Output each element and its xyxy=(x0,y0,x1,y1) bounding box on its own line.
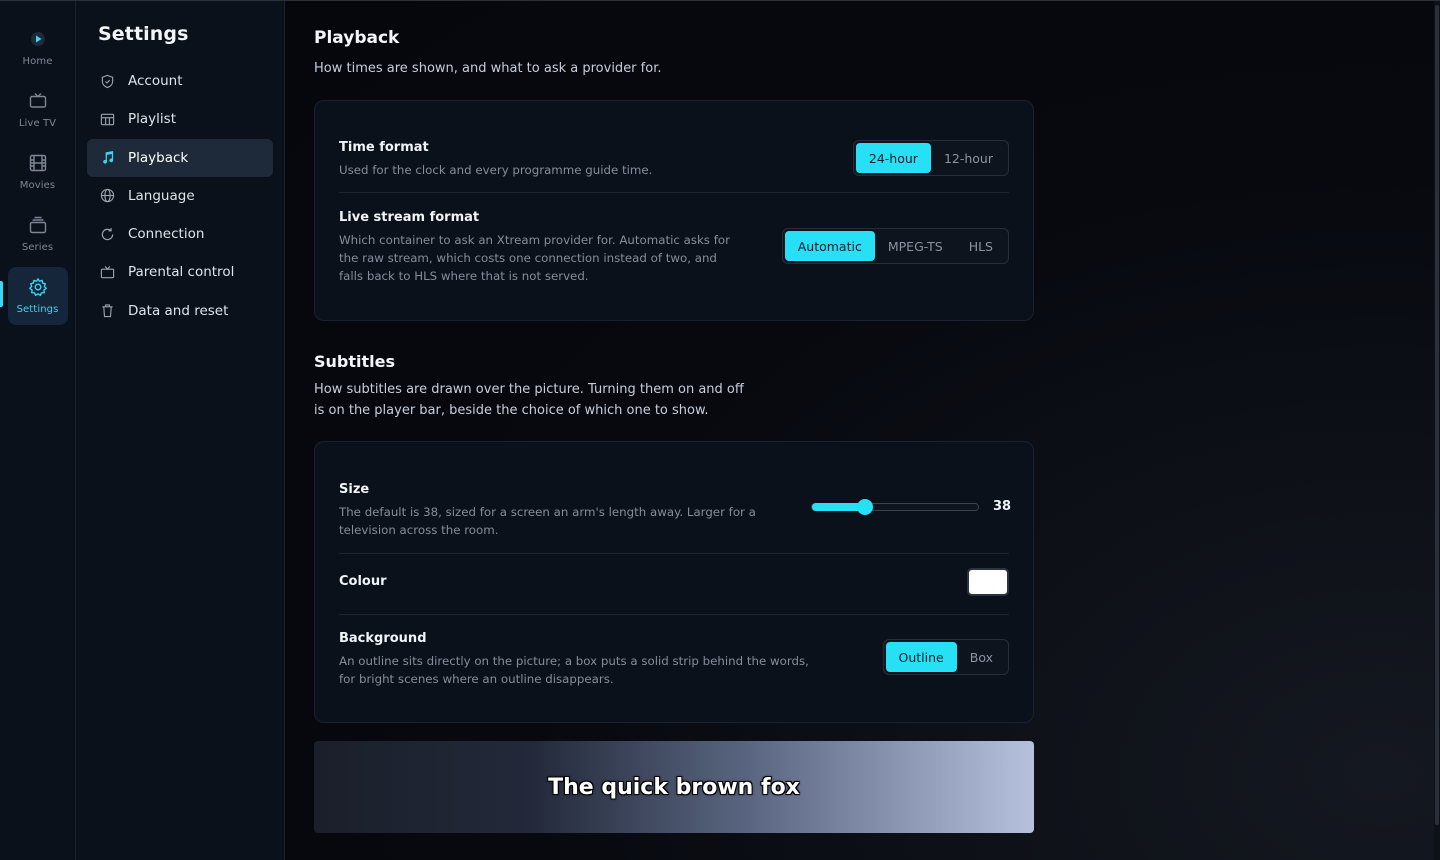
time-format-24-hour-option[interactable]: 24-hour xyxy=(855,143,931,173)
subtitles-title: Subtitles xyxy=(314,352,396,371)
series-stack-icon xyxy=(29,216,46,234)
divider xyxy=(339,553,1009,554)
background-outline-option[interactable]: Outline xyxy=(885,642,957,672)
gear-icon xyxy=(28,278,47,296)
sidebar-title: Settings xyxy=(98,23,189,45)
settings-content: Playback How times are shown, and what t… xyxy=(285,1,1440,860)
background-help: An outline sits directly on the picture;… xyxy=(339,654,809,686)
rail-item-series[interactable]: Series xyxy=(8,205,68,263)
home-logo-icon xyxy=(30,32,45,46)
playback-title: Playback xyxy=(314,28,400,48)
divider xyxy=(339,614,1009,615)
size-slider[interactable] xyxy=(811,498,979,515)
rail-item-movies[interactable]: Movies xyxy=(8,143,68,201)
sidebar-item-parental-control[interactable]: Parental control xyxy=(87,253,273,291)
film-icon xyxy=(29,154,46,172)
tv-icon xyxy=(29,93,46,108)
live-stream-format-help: Which container to ask an Xtream provide… xyxy=(339,233,730,283)
stream-format-hls-option[interactable]: HLS xyxy=(956,231,1006,261)
table-icon xyxy=(100,113,115,126)
colour-swatch-button[interactable] xyxy=(967,568,1009,596)
trash-icon xyxy=(102,304,113,318)
divider xyxy=(339,192,1009,193)
playback-description: How times are shown, and what to ask a p… xyxy=(314,61,662,76)
size-help: The default is 38, sized for a screen an… xyxy=(339,505,756,537)
tv-icon xyxy=(100,266,115,279)
background-box-option[interactable]: Box xyxy=(957,642,1006,672)
music-note-icon xyxy=(103,151,114,164)
colour-label: Colour xyxy=(339,574,387,589)
live-stream-format-label: Live stream format xyxy=(339,210,480,225)
background-row: Background An outline sits directly on t… xyxy=(339,631,823,688)
time-format-toggle: 24-hour 12-hour xyxy=(852,140,1009,176)
live-stream-format-row: Live stream format Which container to as… xyxy=(339,210,743,285)
sidebar-item-language[interactable]: Language xyxy=(87,177,273,215)
size-value: 38 xyxy=(993,499,1012,514)
settings-sidebar: Settings Account Playlist Playback Langu… xyxy=(76,1,285,860)
colour-row: Colour xyxy=(339,574,1009,589)
sidebar-item-label: Account xyxy=(128,73,183,89)
rail-item-label: Home xyxy=(22,56,53,67)
sidebar-item-label: Playlist xyxy=(128,111,176,128)
rail-item-label: Live TV xyxy=(18,118,57,129)
sidebar-item-label: Language xyxy=(128,187,195,204)
subtitle-preview: The quick brown fox xyxy=(314,741,1034,833)
subtitle-preview-text: The quick brown fox xyxy=(548,774,800,800)
stream-format-automatic-option[interactable]: Automatic xyxy=(784,231,875,261)
rail-item-live-tv[interactable]: Live TV xyxy=(8,81,68,139)
sidebar-item-data-and-reset[interactable]: Data and reset xyxy=(87,292,273,330)
app-window: Home Live TV Movies Series Settings Sett… xyxy=(0,0,1440,860)
size-label: Size xyxy=(339,482,370,497)
background-toggle: Outline Box xyxy=(882,639,1009,675)
refresh-icon xyxy=(101,227,114,240)
stream-format-mpeg-ts-option[interactable]: MPEG-TS xyxy=(875,231,956,261)
rail-item-settings[interactable]: Settings xyxy=(7,267,68,325)
rail-item-home[interactable]: Home xyxy=(8,19,68,77)
sidebar-item-label: Data and reset xyxy=(128,302,229,319)
sidebar-item-playlist[interactable]: Playlist xyxy=(87,100,273,138)
sidebar-item-label: Connection xyxy=(128,226,205,243)
rail-item-label: Movies xyxy=(19,180,56,191)
rail-item-label: Series xyxy=(21,242,54,253)
sidebar-item-label: Playback xyxy=(128,149,189,166)
sidebar-item-account[interactable]: Account xyxy=(87,62,273,100)
sidebar-item-connection[interactable]: Connection xyxy=(87,215,273,253)
size-slider-thumb[interactable] xyxy=(857,498,874,515)
shield-icon xyxy=(101,74,114,88)
subtitles-card: Size The default is 38, sized for a scre… xyxy=(314,441,1034,723)
time-format-12-hour-option[interactable]: 12-hour xyxy=(931,143,1006,173)
nav-rail: Home Live TV Movies Series Settings xyxy=(0,1,76,860)
sidebar-item-label: Parental control xyxy=(128,264,235,281)
sidebar-item-playback[interactable]: Playback xyxy=(87,138,273,177)
size-slider-group: 38 xyxy=(811,498,1012,515)
playback-card: Time format Used for the clock and every… xyxy=(314,100,1034,321)
rail-active-indicator xyxy=(0,281,3,307)
scrollbar-thumb[interactable] xyxy=(1435,5,1439,825)
scrollbar[interactable] xyxy=(1434,1,1440,860)
subtitles-description: How subtitles are drawn over the picture… xyxy=(314,382,744,418)
size-row: Size The default is 38, sized for a scre… xyxy=(339,482,783,539)
background-label: Background xyxy=(339,631,427,646)
rail-item-label: Settings xyxy=(16,304,59,315)
live-stream-format-toggle: Automatic MPEG-TS HLS xyxy=(781,228,1009,264)
globe-icon xyxy=(100,189,115,203)
